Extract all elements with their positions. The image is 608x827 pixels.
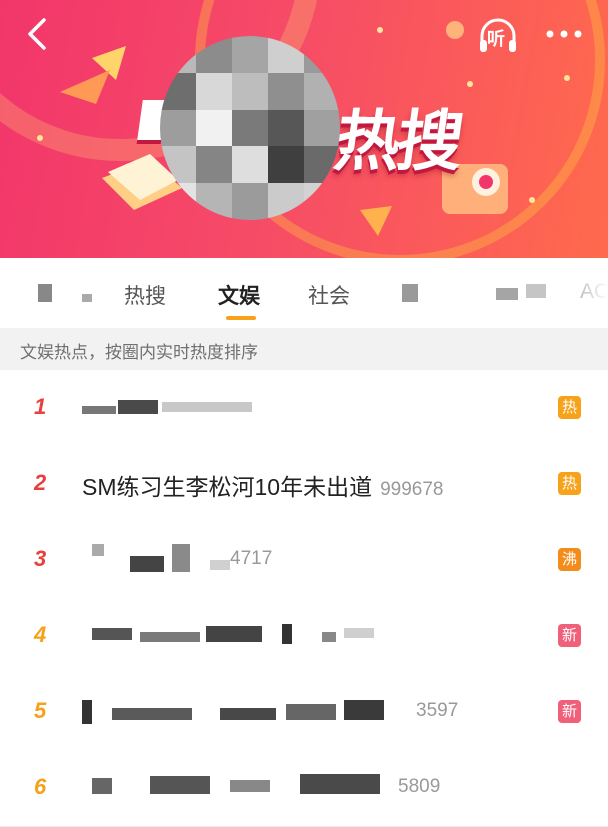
listen-label: 听: [487, 29, 505, 49]
topic-title-text: SM练习生李松河10年未出道: [82, 474, 373, 500]
rank-number: 5: [34, 698, 47, 723]
redacted-topic: [140, 632, 200, 642]
hot-list-row[interactable]: 4 新: [0, 598, 608, 675]
list-description: 文娱热点，按圈内实时热度排序: [20, 343, 258, 362]
heat-count: 3597: [416, 700, 459, 721]
tab-blurred[interactable]: [402, 284, 418, 302]
tab-blurred-dot: [82, 294, 92, 302]
banner-title-char: 搜: [391, 103, 471, 180]
boiling-badge: 沸: [558, 548, 581, 571]
redacted-topic: [344, 628, 374, 638]
redacted-topic: [206, 626, 262, 642]
redacted-topic: [112, 708, 192, 720]
hot-list-row[interactable]: 3 4717 沸: [0, 522, 608, 599]
redacted-topic: [92, 544, 104, 556]
back-icon[interactable]: [18, 14, 58, 54]
redacted-topic: [286, 704, 336, 720]
tab-blurred[interactable]: [496, 288, 518, 300]
list-description-bar: 文娱热点，按圈内实时热度排序: [0, 328, 608, 370]
redacted-topic: [82, 700, 92, 724]
hot-search-banner: 热 搜 听: [0, 0, 608, 258]
pixelated-avatar: [160, 36, 340, 220]
new-badge: 新: [558, 624, 581, 647]
headphone-listen-button[interactable]: 听: [476, 14, 520, 58]
redacted-topic: [130, 556, 164, 572]
redacted-topic: [220, 708, 276, 720]
redacted-topic: [322, 632, 336, 642]
redacted-topic: [92, 778, 112, 794]
redacted-topic: [210, 560, 230, 570]
tab-entertainment[interactable]: 文娱: [218, 280, 260, 310]
heat-count: 5809: [398, 776, 441, 797]
topic-title: SM练习生李松河10年未出道 999678: [82, 468, 444, 502]
redacted-topic: [150, 776, 210, 794]
rank-number: 1: [34, 394, 47, 419]
hot-list-row[interactable]: 6 5809: [0, 750, 608, 827]
redacted-topic: [82, 406, 116, 414]
heat-count: 4717: [230, 548, 273, 569]
rank-number: 4: [34, 622, 47, 647]
tabs-fade-overlay: [548, 258, 608, 328]
hot-badge: 热: [558, 396, 581, 419]
hot-list-row[interactable]: 1 热: [0, 370, 608, 447]
rank-number: 6: [34, 774, 47, 799]
more-icon[interactable]: [544, 28, 584, 40]
heat-count: 999678: [380, 479, 444, 500]
redacted-topic: [230, 780, 270, 792]
redacted-topic: [300, 774, 380, 794]
redacted-topic: [92, 628, 132, 640]
tab-blurred[interactable]: [526, 284, 546, 298]
redacted-topic: [172, 544, 190, 572]
hot-list-row[interactable]: 2 SM练习生李松河10年未出道 999678 热: [0, 446, 608, 523]
redacted-topic: [282, 624, 292, 644]
active-tab-indicator: [226, 316, 256, 320]
tab-society[interactable]: 社会: [308, 280, 350, 310]
category-tabs: 热搜 文娱 社会 AC: [0, 258, 608, 328]
hot-list-row[interactable]: 5 3597 新: [0, 674, 608, 751]
hot-badge: 热: [558, 472, 581, 495]
new-badge: 新: [558, 700, 581, 723]
redacted-topic: [162, 402, 252, 412]
redacted-topic: [344, 700, 384, 720]
tab-hot-search[interactable]: 热搜: [124, 280, 166, 310]
rank-number: 3: [34, 546, 47, 571]
rank-number: 2: [34, 470, 47, 495]
tab-blurred[interactable]: [38, 284, 52, 302]
redacted-topic: [118, 400, 158, 414]
